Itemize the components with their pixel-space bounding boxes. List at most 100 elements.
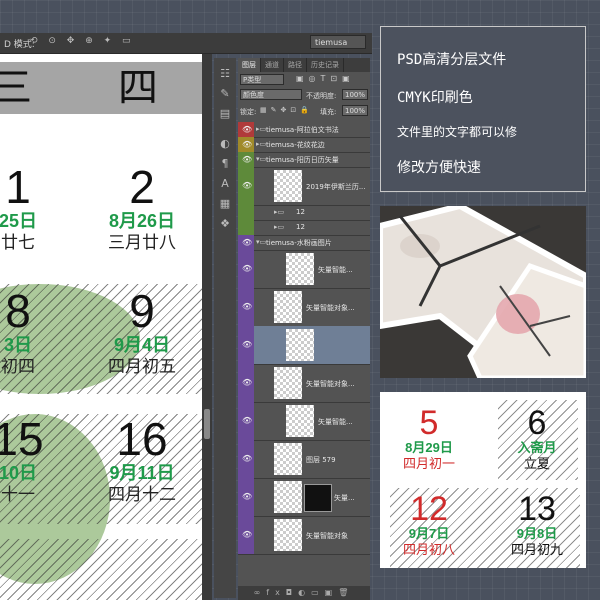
eye-icon: 👁 — [242, 139, 253, 149]
eye-icon: 👁 — [242, 264, 253, 273]
filter-icons[interactable]: ▣◎T⊡▣ — [296, 74, 355, 83]
visibility-toggle[interactable]: 👁 — [238, 326, 254, 364]
eye-icon: 👁 — [242, 237, 253, 247]
paragraph-icon[interactable]: ¶ — [217, 156, 233, 172]
fill-label: 填充: — [320, 108, 337, 116]
visibility-toggle[interactable]: 👁 — [238, 235, 254, 250]
visibility-toggle[interactable]: 👁 — [238, 137, 254, 152]
layer-row[interactable]: 👁 矢量智能... — [238, 250, 370, 289]
eye-icon: 👁 — [242, 454, 253, 463]
properties-icon[interactable]: ▤ — [217, 106, 233, 122]
layer-row[interactable]: 👁 ▸▭ tiemusa-阿拉伯文书法 — [238, 122, 370, 138]
tab-history[interactable]: 历史记录 — [307, 58, 344, 72]
visibility-toggle[interactable] — [238, 205, 254, 220]
calendar-cell: 1 25日 廿七 — [0, 161, 38, 252]
layer-row[interactable]: 👁 2019年伊斯兰历... — [238, 167, 370, 206]
visibility-toggle[interactable]: 👁 — [238, 440, 254, 478]
layer-row[interactable]: 👁 矢量智能对象 — [238, 516, 370, 555]
tab-paths[interactable]: 路径 — [284, 58, 307, 72]
eye-icon: 👁 — [242, 416, 253, 425]
folder-icon: ▾▭ — [256, 155, 267, 163]
layer-thumbnail — [274, 170, 302, 202]
visibility-toggle[interactable]: 👁 — [238, 122, 254, 137]
sample-calendar: 5 8月29日 四月初一 6 入斋月 立夏 12 9月7日 四月初八 13 9月… — [380, 392, 586, 568]
layer-row[interactable]: 👁 图层 579 — [238, 440, 370, 479]
text-icon[interactable]: A — [217, 176, 233, 192]
visibility-toggle[interactable]: 👁 — [238, 167, 254, 205]
visibility-toggle[interactable]: 👁 — [238, 516, 254, 554]
layer-row-selected[interactable]: 👁 — [238, 326, 370, 365]
eye-icon: 👁 — [242, 530, 253, 539]
visibility-toggle[interactable]: 👁 — [238, 364, 254, 402]
detail-photo — [380, 206, 586, 378]
calendar-cell: 2 8月26日 三月廿八 — [108, 161, 176, 252]
visibility-toggle[interactable]: 👁 — [238, 250, 254, 288]
layer-row[interactable]: 👁 ▾▭ tiemusa-阳历日历矢量 — [238, 152, 370, 168]
visibility-toggle[interactable]: 👁 — [238, 478, 254, 516]
calendar-cell: 8 3日 初四 — [1, 285, 35, 376]
adjust-icon[interactable]: ◐ — [217, 136, 233, 152]
calendar-cell: 5 8月29日 四月初一 — [402, 404, 455, 471]
layer-row[interactable]: 👁 ▾▭ tiemusa-水粉画图片 — [238, 235, 370, 251]
calendar-cell: 15 10日 十一 — [0, 413, 44, 504]
folder-icon: ▸▭ — [274, 223, 285, 231]
layer-thumbnail — [274, 291, 302, 323]
calendar-cell: 6 入斋月 立夏 — [517, 404, 557, 471]
layer-row[interactable]: 👁 ▸▭ tiemusa-花纹花边 — [238, 137, 370, 153]
fill-input[interactable]: 100% — [342, 105, 368, 116]
options-tool-icons[interactable]: ⟲ ⊙ ✥ ⊕ ✦ ▭ — [30, 36, 135, 46]
layer-row[interactable]: 👁 矢量智能对象... — [238, 288, 370, 327]
history-icon[interactable]: ☷ — [217, 66, 233, 82]
layer-row[interactable]: 👁 矢量... — [238, 478, 370, 517]
layer-thumbnail — [274, 519, 302, 551]
opacity-input[interactable]: 100% — [342, 89, 368, 100]
tab-channels[interactable]: 通道 — [261, 58, 284, 72]
brush-icon[interactable]: ✎ — [217, 86, 233, 102]
eye-icon: 👁 — [242, 492, 253, 501]
eye-icon: 👁 — [242, 154, 253, 164]
kind-filter-select[interactable]: P类型 — [240, 74, 284, 85]
layer-thumbnail — [274, 367, 302, 399]
layer-mask-thumbnail — [304, 484, 332, 512]
scrollbar-thumb[interactable] — [204, 409, 210, 439]
options-bar: D 模式: ⟲ ⊙ ✥ ⊕ ✦ ▭ tiemusa — [0, 33, 372, 54]
folder-icon: ▸▭ — [256, 125, 267, 133]
visibility-toggle[interactable]: 👁 — [238, 402, 254, 440]
weekday-left: 三 — [0, 65, 32, 111]
layer-thumbnail — [286, 329, 314, 361]
promo-line: CMYK印刷色 — [397, 90, 473, 106]
promo-line: PSD高清分层文件 — [397, 52, 507, 68]
layers-bottom-toolbar[interactable]: ∞fx◘◐▭▣🗑 — [238, 586, 370, 600]
tab-layers[interactable]: 图层 — [238, 58, 261, 72]
document-canvas[interactable]: 三 四 1 25日 廿七 2 8月26日 三月廿八 8 3日 初四 9 9月4日… — [0, 54, 202, 600]
panel-tabs: 图层 通道 路径 历史记录 — [238, 58, 370, 72]
visibility-toggle[interactable]: 👁 — [238, 288, 254, 326]
calendar-cell: 12 9月7日 四月初八 — [402, 490, 455, 557]
canvas-scrollbar[interactable] — [202, 54, 212, 600]
layer-thumbnail — [274, 443, 302, 475]
promo-line: 文件里的文字都可以修 — [397, 125, 518, 139]
promo-line: 修改方便快速 — [397, 160, 481, 176]
styles-icon[interactable]: ❖ — [217, 216, 233, 232]
detail-photo-art — [380, 206, 586, 378]
visibility-toggle[interactable]: 👁 — [238, 152, 254, 167]
calendar-cell: 9 9月4日 四月初五 — [108, 285, 176, 376]
layer-row[interactable]: ▸▭ 12 — [238, 220, 370, 236]
layer-thumbnail — [274, 481, 302, 513]
visibility-toggle[interactable] — [238, 220, 254, 235]
weekday-right: 四 — [118, 65, 158, 111]
calendar-cell: 16 9月11日 四月十二 — [108, 413, 176, 504]
panel-icon-strip: ☷ ✎ ▤ ◐ ¶ A ▦ ❖ — [214, 58, 236, 598]
lock-icons[interactable]: ▦✎✥⊡🔒 — [260, 106, 313, 114]
lock-label: 锁定: — [240, 108, 257, 116]
blend-mode-select[interactable]: 颜色度 — [240, 89, 302, 100]
layer-row[interactable]: 👁 矢量智能对象... — [238, 364, 370, 403]
layer-row[interactable]: ▸▭ 12 — [238, 205, 370, 221]
layer-thumbnail — [286, 405, 314, 437]
grid-icon[interactable]: ▦ — [217, 196, 233, 212]
folder-icon: ▾▭ — [256, 238, 267, 246]
workspace-select[interactable]: tiemusa — [310, 35, 366, 49]
eye-icon: 👁 — [242, 181, 253, 190]
layer-row[interactable]: 👁 矢量智能... — [238, 402, 370, 441]
eye-icon: 👁 — [242, 124, 253, 134]
